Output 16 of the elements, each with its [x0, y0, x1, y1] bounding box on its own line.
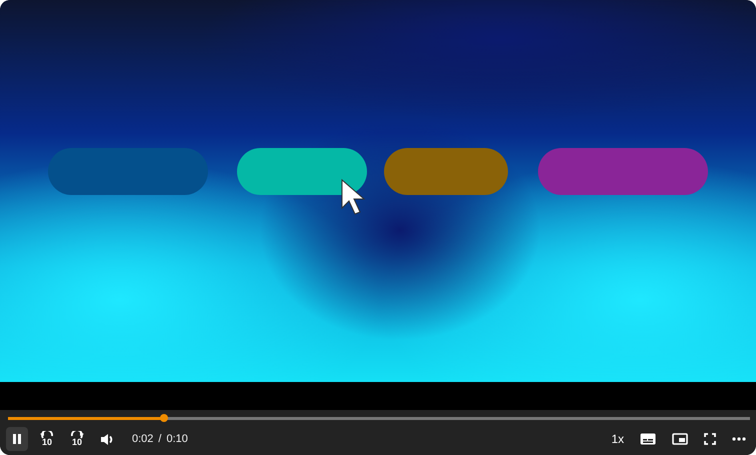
captions-icon [640, 433, 656, 445]
time-separator: / [158, 433, 162, 445]
forward-button[interactable]: 10 [66, 427, 88, 451]
rewind-icon [40, 431, 54, 439]
speed-button[interactable]: 1x [607, 427, 628, 451]
rewind-button[interactable]: 10 [36, 427, 58, 451]
speaker-icon [100, 432, 114, 446]
more-icon [732, 437, 746, 441]
pause-button[interactable] [6, 427, 28, 451]
duration: 0:10 [166, 433, 188, 445]
picture-in-picture-icon [672, 433, 688, 445]
fullscreen-icon [704, 433, 716, 445]
progress-track[interactable] [8, 417, 750, 420]
forward-icon [70, 431, 84, 439]
progress-handle[interactable] [160, 414, 168, 422]
current-time: 0:02 [132, 433, 154, 445]
